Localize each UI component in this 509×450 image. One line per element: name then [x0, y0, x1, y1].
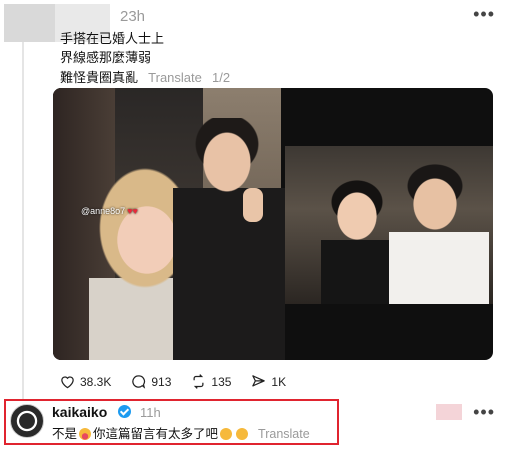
photo-person-right: [389, 162, 489, 304]
post-line-1: 手搭在已婚人士上: [60, 32, 165, 47]
reply-timestamp: 11h: [140, 405, 161, 420]
comment-bubble-icon: [132, 375, 146, 389]
story-tag: @anne8o7 ♥♥: [81, 206, 138, 216]
reply-text: 不是 你這篇留言有太多了吧 Translate: [52, 423, 310, 442]
heart-emoji-icon: ♥♥: [127, 206, 138, 216]
photo-person-left: [321, 180, 399, 304]
peace-sign-hand: [243, 188, 263, 222]
reply-text-part2: 你這篇留言有太多了吧: [93, 426, 219, 441]
photo-person-man: [173, 118, 285, 360]
post: 23h ••• 手搭在已婚人士上 界線感那麼薄弱 難怪貴圈真亂 Translat…: [0, 0, 509, 400]
comment-button[interactable]: 913: [131, 374, 171, 389]
reply-text-part1: 不是: [52, 426, 78, 441]
tongue-emoji-icon: [79, 428, 92, 440]
reply-translate-link[interactable]: Translate: [258, 427, 310, 441]
like-button[interactable]: 38.3K: [60, 375, 111, 389]
post-timestamp: 23h: [120, 8, 146, 25]
more-dots-icon[interactable]: •••: [473, 4, 495, 25]
flushed-emoji-icon: [220, 428, 233, 440]
post-line-2: 界線感那麼薄弱: [60, 51, 152, 66]
redacted-blur: [436, 404, 462, 420]
story-tag-handle: @anne8o7: [81, 206, 126, 216]
repost-count: 135: [211, 374, 232, 389]
action-bar: 38.3K 913 135 1K: [60, 374, 306, 389]
share-button[interactable]: 1K: [251, 374, 286, 389]
reply-comment: kaikaiko 11h 不是 你這篇留言有太多了吧 Translate •••: [0, 396, 509, 450]
post-media[interactable]: @anne8o7 ♥♥: [53, 88, 493, 360]
avatar[interactable]: [10, 404, 44, 438]
page-indicator: 1/2: [212, 70, 231, 85]
send-icon: [252, 375, 266, 387]
like-count: 38.3K: [80, 374, 112, 389]
grimace-emoji-icon: [236, 428, 249, 440]
translate-link[interactable]: Translate: [148, 70, 202, 85]
share-count: 1K: [271, 374, 287, 389]
repost-icon: [193, 374, 204, 389]
photo-right: [285, 146, 493, 304]
repost-button[interactable]: 135: [191, 374, 231, 389]
heart-icon: [61, 375, 74, 388]
reply-username[interactable]: kaikaiko: [52, 404, 107, 420]
verified-badge-icon: [118, 405, 131, 418]
post-line-3: 難怪貴圈真亂 Translate 1/2: [60, 68, 230, 88]
photo-left: @anne8o7 ♥♥: [53, 88, 285, 360]
reply-more-dots-icon[interactable]: •••: [473, 402, 495, 423]
post-line-3-text: 難怪貴圈真亂: [60, 71, 139, 86]
thread-line: [22, 40, 24, 400]
post-body: 手搭在已婚人士上 界線感那麼薄弱 難怪貴圈真亂 Translate 1/2: [60, 30, 230, 88]
comment-count: 913: [151, 374, 172, 389]
